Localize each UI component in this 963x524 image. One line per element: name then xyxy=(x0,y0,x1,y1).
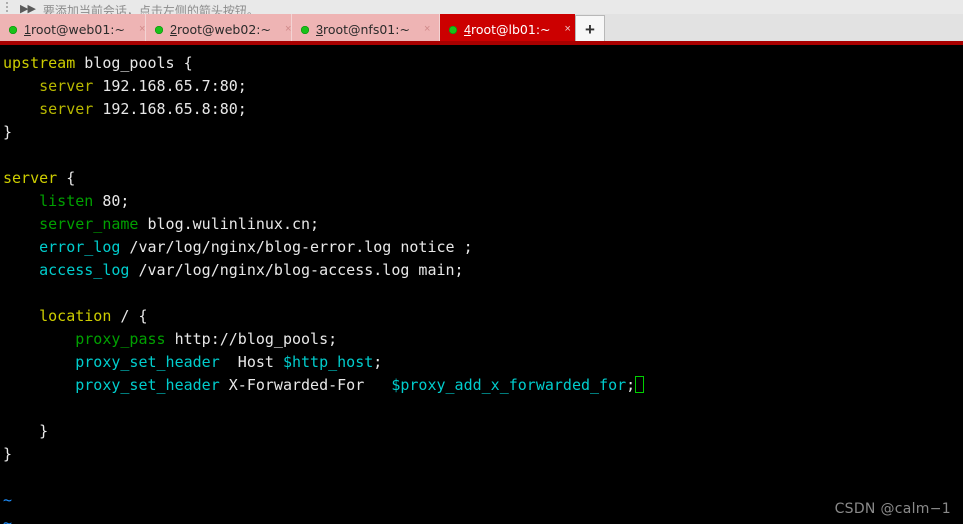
tab-index: 2 xyxy=(170,22,177,37)
terminal-text: 192.168.65.8:80; xyxy=(93,100,247,118)
terminal-text: ; xyxy=(373,353,383,371)
terminal-line: upstream blog_pools { xyxy=(3,52,963,75)
terminal-line: server 192.168.65.7:80; xyxy=(3,75,963,98)
terminal-line: listen 80; xyxy=(3,190,963,213)
terminal-text: http://blog_pools; xyxy=(165,330,338,348)
terminal-text: server xyxy=(39,77,94,95)
terminal-text: X-Forwarded-For xyxy=(219,376,392,394)
connection-status-dot-icon xyxy=(301,25,309,34)
terminal-text: 80; xyxy=(93,192,130,210)
terminal-text: 192.168.65.7:80; xyxy=(93,77,247,95)
terminal-text: server xyxy=(3,169,58,187)
connection-status-dot-icon xyxy=(9,25,17,34)
connection-status-dot-icon xyxy=(155,25,163,34)
close-icon[interactable]: × xyxy=(285,24,291,35)
drag-grip-icon[interactable] xyxy=(2,0,12,14)
terminal-text: $proxy_add_x_forwarded_for xyxy=(391,376,627,394)
top-toolbar: ▶▶ 要添加当前会话，点击左侧的箭头按钮。 xyxy=(0,0,963,14)
terminal-text: / { xyxy=(111,307,148,325)
terminal-text: $http_host xyxy=(282,353,374,371)
terminal-text: } xyxy=(3,123,13,141)
close-icon[interactable]: × xyxy=(565,24,571,35)
terminal-line: proxy_pass http://blog_pools; xyxy=(3,328,963,351)
close-icon[interactable]: × xyxy=(139,24,145,35)
tab-index: 4 xyxy=(464,22,471,37)
terminal-line: error_log /var/log/nginx/blog-error.log … xyxy=(3,236,963,259)
tab-index: 1 xyxy=(24,22,31,37)
tab-label: root@nfs01:~ xyxy=(322,22,410,37)
terminal-line: } xyxy=(3,443,963,466)
terminal-text: listen xyxy=(39,192,94,210)
terminal-text: /var/log/nginx/blog-error.log notice ; xyxy=(120,238,473,256)
terminal-text: upstream xyxy=(3,54,76,72)
tab-label: root@lb01:~ xyxy=(470,22,551,37)
close-icon[interactable]: × xyxy=(424,24,430,35)
terminal-text: } xyxy=(3,422,49,440)
terminal-line: proxy_set_header X-Forwarded-For $proxy_… xyxy=(3,374,963,397)
send-arrow-icon[interactable]: ▶▶ xyxy=(20,4,36,15)
terminal-line: server_name blog.wulinlinux.cn; xyxy=(3,213,963,236)
text-cursor xyxy=(635,376,645,393)
watermark: CSDN @calm−1 xyxy=(834,501,951,517)
terminal-text: Host xyxy=(219,353,283,371)
terminal-output[interactable]: upstream blog_pools { server 192.168.65.… xyxy=(0,45,963,524)
terminal-text: server xyxy=(39,100,94,118)
terminal-text: ~ xyxy=(3,491,13,509)
terminal-text: { xyxy=(57,169,76,187)
terminal-line: access_log /var/log/nginx/blog-access.lo… xyxy=(3,259,963,282)
terminal-line: } xyxy=(3,121,963,144)
terminal-text: blog.wulinlinux.cn; xyxy=(138,215,320,233)
terminal-app-window: ▶▶ 要添加当前会话，点击左侧的箭头按钮。 1 root@web01:~ × 2… xyxy=(0,0,963,524)
terminal-line: ~ xyxy=(3,489,963,512)
toolbar-hint-text: 要添加当前会话，点击左侧的箭头按钮。 xyxy=(42,4,259,14)
terminal-text: ~ xyxy=(3,514,13,524)
terminal-text: access_log xyxy=(39,261,130,279)
terminal-text: error_log xyxy=(39,238,121,256)
terminal-line: server 192.168.65.8:80; xyxy=(3,98,963,121)
terminal-text: } xyxy=(3,445,13,463)
terminal-text: blog_pools { xyxy=(75,54,193,72)
terminal-text: ; xyxy=(626,376,636,394)
terminal-line: } xyxy=(3,420,963,443)
terminal-text: server_name xyxy=(39,215,139,233)
terminal-line: proxy_set_header Host $http_host; xyxy=(3,351,963,374)
terminal-text: location xyxy=(39,307,112,325)
terminal-text: /var/log/nginx/blog-access.log main; xyxy=(129,261,464,279)
new-tab-button[interactable]: + xyxy=(575,15,605,44)
tab-label: root@web02:~ xyxy=(176,22,271,37)
terminal-text: proxy_set_header xyxy=(75,376,220,394)
connection-status-dot-icon xyxy=(449,25,457,34)
terminal-line: server { xyxy=(3,167,963,190)
tab-label: root@web01:~ xyxy=(30,22,125,37)
tab-index: 3 xyxy=(316,22,323,37)
terminal-text: proxy_pass xyxy=(75,330,166,348)
terminal-text: proxy_set_header xyxy=(75,353,220,371)
terminal-line: ~ xyxy=(3,512,963,524)
terminal-line: location / { xyxy=(3,305,963,328)
